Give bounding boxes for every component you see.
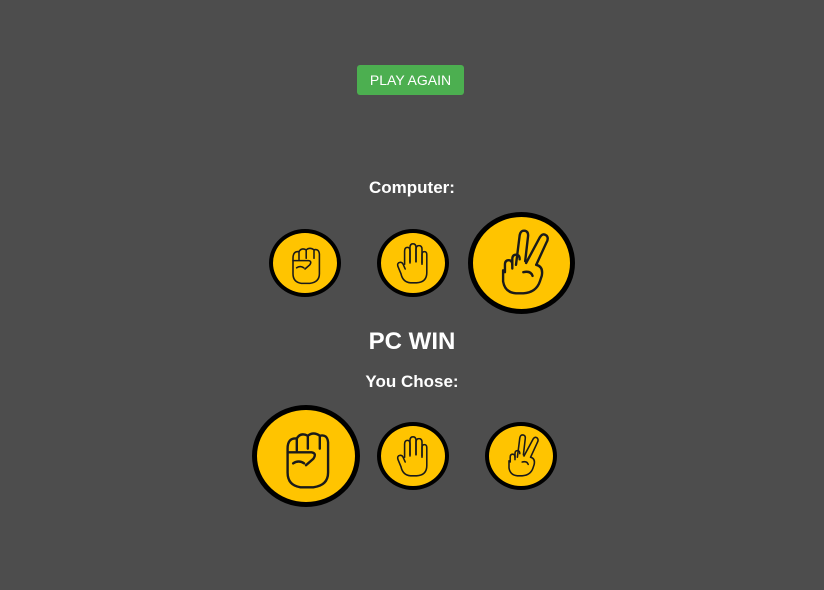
computer-paper-choice [377, 229, 449, 297]
player-paper-choice[interactable] [377, 422, 449, 490]
scissors-hand-icon [489, 426, 553, 486]
rock-fist-icon [273, 233, 337, 293]
computer-scissors-choice-selected [468, 212, 575, 314]
computer-rock-choice [269, 229, 341, 297]
result-text: PC WIN [368, 328, 456, 355]
you-chose-label: You Chose: [365, 372, 459, 391]
paper-hand-icon [381, 426, 445, 486]
computer-label: Computer: [369, 178, 455, 197]
paper-hand-icon [381, 233, 445, 293]
scissors-hand-icon [473, 217, 570, 309]
player-scissors-choice[interactable] [485, 422, 557, 490]
play-again-button[interactable]: PLAY AGAIN [357, 65, 464, 95]
player-rock-choice-selected[interactable] [252, 405, 360, 507]
rock-fist-icon [257, 410, 355, 502]
game-page: PLAY AGAIN Computer: PC WIN You Chose: [0, 0, 824, 590]
